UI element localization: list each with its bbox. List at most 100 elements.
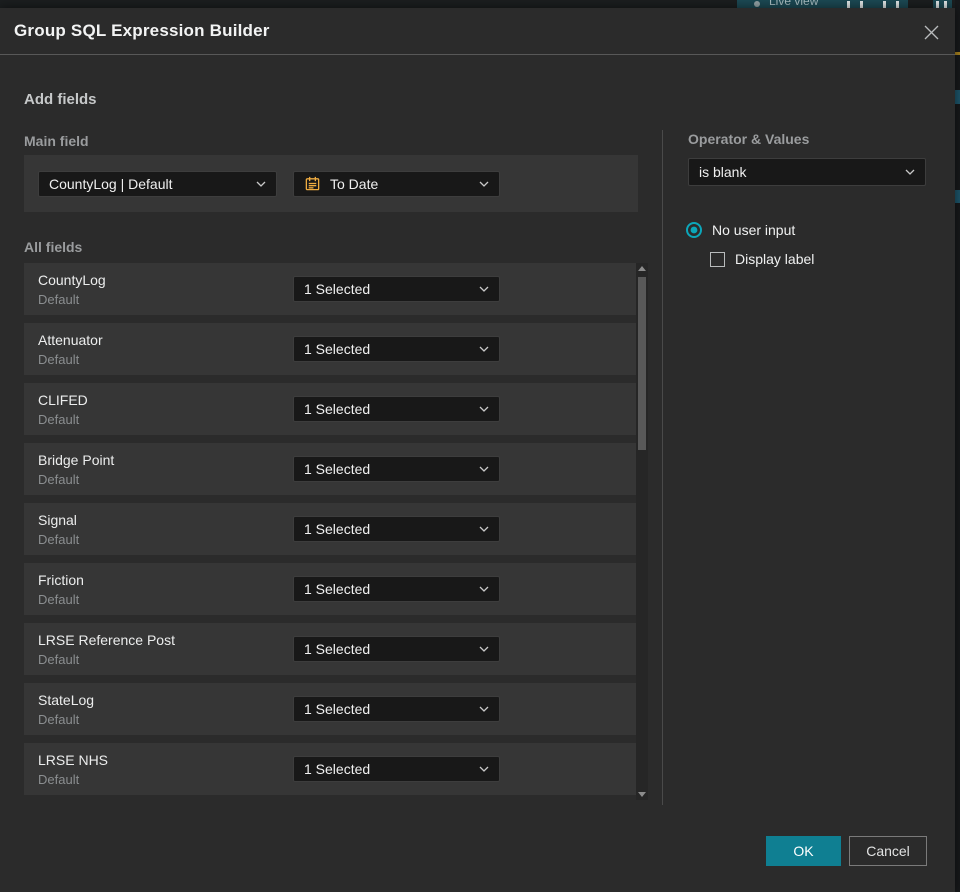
field-row: CLIFED Default 1 Selected [24,383,638,435]
chevron-down-icon [479,181,489,187]
field-type: Default [38,352,80,367]
chevron-down-icon [256,181,266,187]
add-fields-heading: Add fields [24,91,97,108]
chevron-down-icon [479,346,489,352]
operator-select-value: is blank [699,164,747,180]
chevron-down-icon [479,466,489,472]
selected-count-label: 1 Selected [304,281,371,297]
field-name: LRSE NHS [38,752,109,768]
toolbar-tick-icon [936,1,939,8]
field-type: Default [38,592,80,607]
chevron-down-icon [479,706,489,712]
selected-count-label: 1 Selected [304,761,371,777]
selected-count-label: 1 Selected [304,701,371,717]
scroll-down-icon[interactable] [638,792,646,797]
main-field-panel: CountyLog | Default To Date [24,155,638,212]
background-fragment [955,190,960,203]
toolbar-tick-icon [896,1,899,8]
dialog-header: Group SQL Expression Builder [0,8,955,55]
field-type: Default [38,412,80,427]
field-name: Friction [38,572,84,588]
close-icon [923,24,940,41]
panel-divider [662,130,663,805]
field-name: CLIFED [38,392,88,408]
field-name: LRSE Reference Post [38,632,175,648]
ok-button[interactable]: OK [766,836,841,866]
selected-count-label: 1 Selected [304,641,371,657]
cancel-button[interactable]: Cancel [849,836,927,866]
field-row: LRSE Reference Post Default 1 Selected [24,623,638,675]
toolbar-tick-icon [883,1,886,8]
chevron-down-icon [479,646,489,652]
all-fields-list: CountyLog Default 1 Selected Attenuator … [24,263,638,803]
operator-select[interactable]: is blank [688,158,926,186]
field-type: Default [38,472,80,487]
selected-count-label: 1 Selected [304,581,371,597]
field-selection-dropdown[interactable]: 1 Selected [293,756,500,782]
field-name: Attenuator [38,332,103,348]
toolbar-tick-icon [860,1,863,8]
selected-count-label: 1 Selected [304,521,371,537]
field-type: Default [38,712,80,727]
main-field-select-value: CountyLog | Default [49,175,173,192]
main-field-type-value: To Date [330,175,379,192]
scroll-up-icon[interactable] [638,266,646,271]
chevron-down-icon [479,406,489,412]
scrollbar-thumb[interactable] [638,277,646,450]
background-app-strip: Live view [0,0,960,8]
selected-count-label: 1 Selected [304,461,371,477]
background-toolbar-fragment [933,0,952,8]
background-fragment [955,90,960,104]
live-view-toggle: Live view [737,0,908,8]
field-row: Bridge Point Default 1 Selected [24,443,638,495]
radio-selected-icon [685,221,703,239]
field-row: Attenuator Default 1 Selected [24,323,638,375]
all-fields-label: All fields [24,239,83,255]
field-type: Default [38,772,80,787]
display-label-checkbox[interactable]: Display label [710,251,814,267]
group-sql-expression-builder-dialog: Group SQL Expression Builder Add fields … [0,8,955,892]
dialog-title: Group SQL Expression Builder [14,21,270,40]
field-selection-dropdown[interactable]: 1 Selected [293,336,500,362]
background-app-edge [955,0,960,892]
field-row: Friction Default 1 Selected [24,563,638,615]
field-row: StateLog Default 1 Selected [24,683,638,735]
main-field-type-select[interactable]: To Date [293,170,500,197]
field-name: CountyLog [38,272,106,288]
field-selection-dropdown[interactable]: 1 Selected [293,276,500,302]
close-button[interactable] [920,21,942,43]
checkbox-unchecked-icon [710,251,725,267]
field-type: Default [38,652,80,667]
field-selection-dropdown[interactable]: 1 Selected [293,576,500,602]
selected-count-label: 1 Selected [304,341,371,357]
live-view-label: Live view [769,0,819,8]
no-user-input-radio[interactable]: No user input [685,221,795,239]
field-row: CountyLog Default 1 Selected [24,263,638,315]
field-selection-dropdown[interactable]: 1 Selected [293,516,500,542]
background-fragment [955,52,960,55]
field-row: LRSE NHS Default 1 Selected [24,743,638,795]
selected-count-label: 1 Selected [304,401,371,417]
field-selection-dropdown[interactable]: 1 Selected [293,636,500,662]
main-field-select[interactable]: CountyLog | Default [38,170,277,197]
field-selection-dropdown[interactable]: 1 Selected [293,696,500,722]
field-selection-dropdown[interactable]: 1 Selected [293,456,500,482]
toolbar-tick-icon [944,1,947,8]
chevron-down-icon [905,169,915,175]
no-user-input-label: No user input [712,222,796,238]
field-name: Signal [38,512,77,528]
field-type: Default [38,292,80,307]
operator-values-heading: Operator & Values [688,131,810,147]
field-name: StateLog [38,692,95,708]
display-label-label: Display label [735,251,815,267]
chevron-down-icon [479,586,489,592]
toolbar-tick-icon [847,1,850,8]
live-view-dot-icon [754,1,760,7]
scrollbar[interactable] [636,263,648,800]
field-row: Signal Default 1 Selected [24,503,638,555]
field-type: Default [38,532,80,547]
chevron-down-icon [479,766,489,772]
main-field-label: Main field [24,133,89,149]
chevron-down-icon [479,286,489,292]
field-selection-dropdown[interactable]: 1 Selected [293,396,500,422]
